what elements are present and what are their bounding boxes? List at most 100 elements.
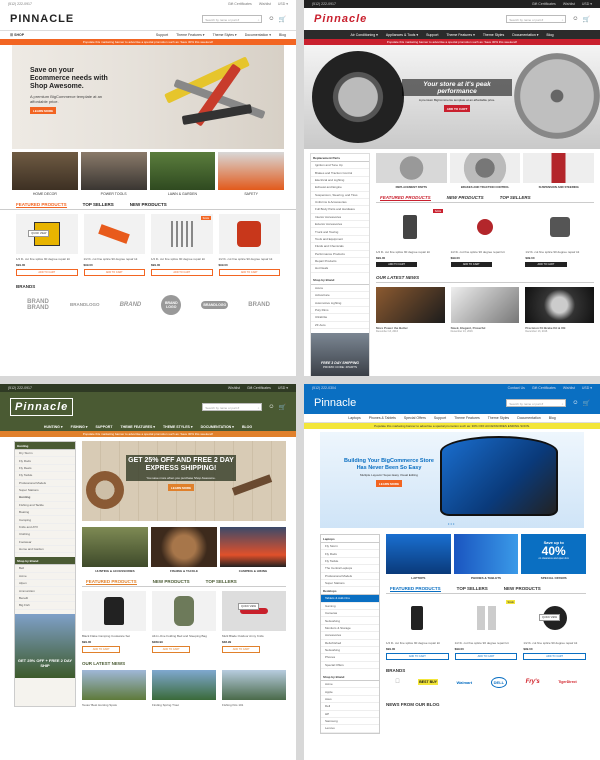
brand-logo[interactable]: BRANDLOGO [70, 302, 100, 307]
nav-fishing[interactable]: FISHING ▾ [71, 425, 88, 429]
product-card[interactable]: SALE 1/2 lb. cut fine splice 90 degree re… [454, 598, 518, 660]
sidebar-item-selected[interactable]: Tablets & Add-Ons [321, 595, 379, 603]
account-icon[interactable]: ☺ [268, 16, 274, 23]
brand-logo[interactable]: BRAND [248, 302, 270, 308]
search-input[interactable]: Search by name or part # ⌕ [506, 399, 567, 407]
product-image[interactable] [82, 591, 146, 631]
sidebar-item[interactable]: Hot Deals [311, 265, 369, 273]
nav-special-offers[interactable]: Special Offers [404, 416, 426, 420]
quick-view-button[interactable]: QUICK VIEW [238, 603, 260, 610]
product-image[interactable]: SALE [376, 207, 445, 247]
gift-certificates-link[interactable]: Gift Certificates [532, 386, 556, 390]
brand-filter-item[interactable]: Ammunition [15, 587, 75, 595]
tab-top-sellers[interactable]: TOP SELLERS [83, 202, 114, 207]
sidebar-item[interactable]: Refurbished [321, 640, 379, 647]
product-card[interactable]: QUICK VIEW 1/2 lb. cut fine splice 90 deg… [523, 598, 587, 660]
add-to-cart-button[interactable]: ADD TO CART [82, 645, 121, 653]
sidebar-item[interactable]: Truck and Towing [311, 228, 369, 236]
cart-icon[interactable]: 🛒 [279, 404, 286, 411]
sidebar-item[interactable]: Fly Rods [15, 457, 75, 465]
nav-support[interactable]: SUPPORT [96, 425, 113, 429]
sidebar-item[interactable]: Special Offers [321, 662, 379, 669]
cart-icon[interactable]: 🛒 [583, 16, 590, 23]
brand-filter-item[interactable]: Big Fish [15, 602, 75, 610]
brand-filter-item[interactable]: ZF Auto [311, 322, 369, 329]
sidebar-item[interactable]: Fly Rods [321, 550, 379, 558]
product-image[interactable] [83, 214, 145, 254]
nav-support[interactable]: Support [434, 416, 446, 420]
category-lawn-garden[interactable]: LAWN & GARDEN [149, 152, 216, 196]
nav-documentation[interactable]: Documentation ▾ [512, 33, 538, 37]
sidebar-item[interactable]: Gaming [321, 603, 379, 610]
sidebar-item[interactable]: Cameras [321, 610, 379, 618]
sidebar-item[interactable]: Performance Products [311, 251, 369, 258]
tab-featured-products[interactable]: FEATURED PRODUCTS [16, 202, 67, 208]
tab-featured-products[interactable]: FEATURED PRODUCTS [380, 195, 431, 201]
nav-blog[interactable]: Blog [549, 416, 556, 420]
cart-icon[interactable]: 🛒 [583, 400, 590, 407]
sidebar-item[interactable]: Knife and ATV [15, 524, 75, 532]
sidebar-item[interactable]: Exhaust and Engine [311, 184, 369, 192]
sidebar-item[interactable]: Fly Tackle [321, 558, 379, 566]
sidebar-item[interactable]: Home and Garden [15, 546, 75, 554]
category-hunting[interactable]: HUNTING & ACCESSORIES [82, 527, 148, 573]
hero-add-to-cart-button[interactable]: ADD TO CART [443, 105, 471, 112]
brand-filter-item[interactable]: Acura [311, 285, 369, 292]
sidebar-item[interactable]: Electrical and Lighting [311, 177, 369, 185]
add-to-cart-button[interactable]: ADD TO CART [376, 261, 418, 267]
nav-laptops[interactable]: Laptops [348, 416, 360, 420]
gift-certificates-link[interactable]: Gift Certificates [247, 386, 271, 390]
brand-filter-item[interactable]: Lenovo [321, 725, 379, 733]
search-input[interactable]: Search by name or part # ⌕ [202, 403, 263, 411]
add-to-cart-button[interactable]: ADD TO CART [386, 652, 449, 660]
search-icon[interactable]: ⌕ [258, 18, 260, 22]
sidebar-item[interactable]: Repair Products [311, 258, 369, 266]
add-to-cart-button[interactable]: ADD TO CART [523, 652, 587, 660]
brand-logo-frys[interactable]: Fry's [526, 679, 540, 685]
product-card[interactable]: 1/2 lb. cut fine splice 90 degree repair… [450, 207, 520, 267]
sidebar-item[interactable]: Dry Storm [15, 450, 75, 458]
category-special-offers[interactable]: Save up to 40% on clearance and open-box SP… [521, 534, 587, 580]
nav-theme-features[interactable]: THEME FEATURES ▾ [120, 425, 155, 429]
sidebar-item[interactable]: Boating [15, 509, 75, 517]
nav-documentation[interactable]: Documentation [517, 416, 541, 420]
sidebar-item[interactable]: Fly Tackle [15, 472, 75, 480]
sidebar-item[interactable]: Clothing [15, 531, 75, 539]
nav-theme-features[interactable]: Theme Features [454, 416, 480, 420]
nav-theme-features[interactable]: Theme Features ▾ [176, 33, 204, 37]
sidebar-item[interactable]: Fly Storm [321, 543, 379, 551]
news-item[interactable]: Fishing Kits 101 [222, 669, 286, 707]
add-to-cart-button[interactable]: ADD TO CART [525, 261, 567, 267]
sidebar-item[interactable]: Fishing and Tackle [15, 502, 75, 509]
sidebar-item[interactable]: Suspension, Steering, and Tires [311, 192, 369, 199]
brand-logo[interactable]: BRANDLOGO [201, 300, 229, 309]
news-item[interactable]: Texas' Best Hunting Spots [82, 669, 146, 707]
gift-certificates-link[interactable]: Gift Certificates [228, 2, 252, 6]
nav-theme-styles[interactable]: Theme Styles ▾ [213, 33, 237, 37]
nav-theme-styles[interactable]: THEME STYLES ▾ [163, 425, 193, 429]
product-image[interactable]: SALE [151, 214, 213, 254]
sidebar-item[interactable]: The Central Laptops [321, 565, 379, 573]
product-image[interactable]: SALE [454, 598, 518, 638]
product-card[interactable]: 1/2 lb. cut fine splice 90 degree repair… [218, 214, 280, 276]
brand-logo-tigerdirect[interactable]: TigerDirect [558, 680, 576, 684]
gift-certificates-link[interactable]: Gift Certificates [532, 2, 556, 6]
tab-top-sellers[interactable]: TOP SELLERS [206, 579, 237, 584]
product-card[interactable]: QUICK VIEW 1/2 lb. cut fine splice 90 deg… [16, 214, 78, 276]
category-suspension[interactable]: SUSPENSION AND STEERING [523, 153, 595, 189]
tab-new-products[interactable]: NEW PRODUCTS [447, 195, 484, 200]
brand-logo-bestbuy[interactable]: BEST BUY [418, 679, 438, 685]
nav-support[interactable]: Support [156, 33, 168, 37]
brand-filter-item[interactable]: Acme [15, 573, 75, 580]
product-card[interactable]: 1/2 lb. cut fine splice 90 degree repair… [83, 214, 145, 276]
contact-us-link[interactable]: Contact Us [508, 386, 525, 390]
sidebar-item[interactable]: Full Body Parts and Hardware [311, 206, 369, 214]
brand-filter-item[interactable]: Ultrabrite [311, 314, 369, 322]
sidebar-item[interactable]: Fluids and Chemicals [311, 243, 369, 251]
sidebar-item[interactable]: Super Stations [15, 487, 75, 495]
tab-featured-products[interactable]: FEATURED PRODUCTS [86, 579, 137, 585]
store-logo[interactable]: PINNACLE [10, 13, 74, 25]
category-laptops[interactable]: LAPTOPS [386, 534, 451, 580]
category-camping[interactable]: CAMPING & HIKING [220, 527, 286, 573]
nav-theme-features[interactable]: Theme Features ▾ [446, 33, 474, 37]
